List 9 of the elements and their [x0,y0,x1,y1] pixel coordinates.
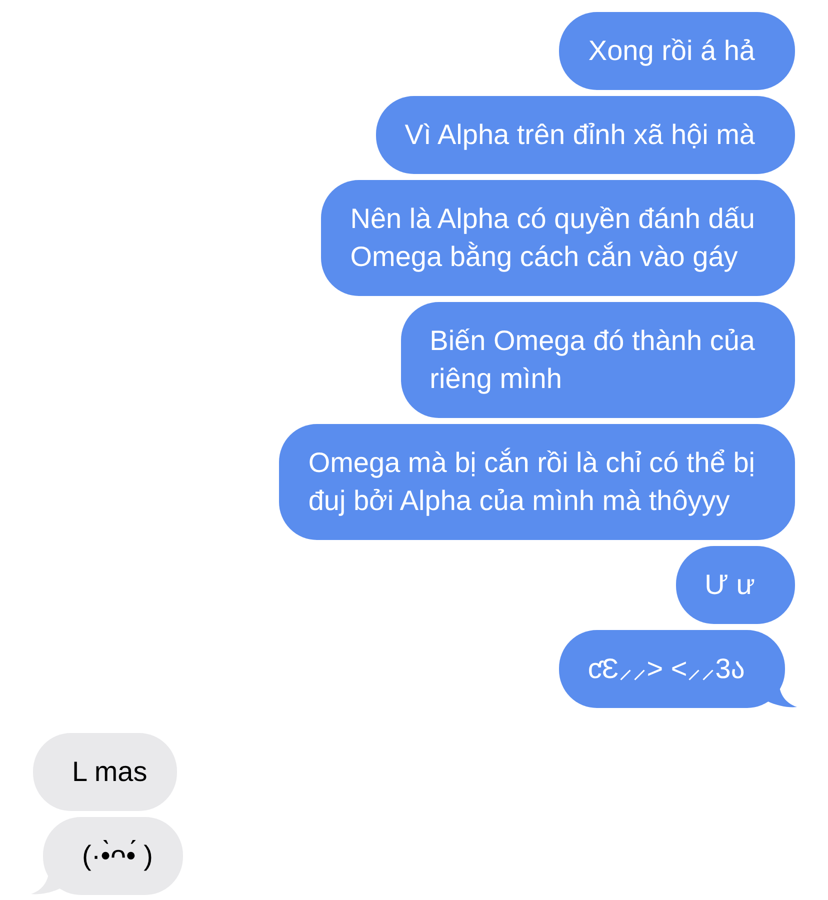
message-bubble: (·•̀ᴖ•́ ) [43,817,183,895]
message-bubble: Nên là Alpha có quyền đánh dấu Omega bằng cách cắn vào gáy [321,180,795,296]
message-bubble: ƈƐ⸝⸝> <⸝⸝3ა [558,630,785,708]
message-bubble: Ư ư [676,546,795,624]
message-bubble: Vì Alpha trên đỉnh xã hội mà [376,96,795,174]
message-bubble: L mas [33,733,178,811]
message-bubble: Biến Omega đó thành của riêng mình [400,302,795,418]
message-bubble: Omega mà bị cắn rồi là chỉ có thể bị đuj bởi Alpha của mình mà thôyyy [279,424,795,540]
message-bubble: Xong rồi á hả [559,12,795,90]
